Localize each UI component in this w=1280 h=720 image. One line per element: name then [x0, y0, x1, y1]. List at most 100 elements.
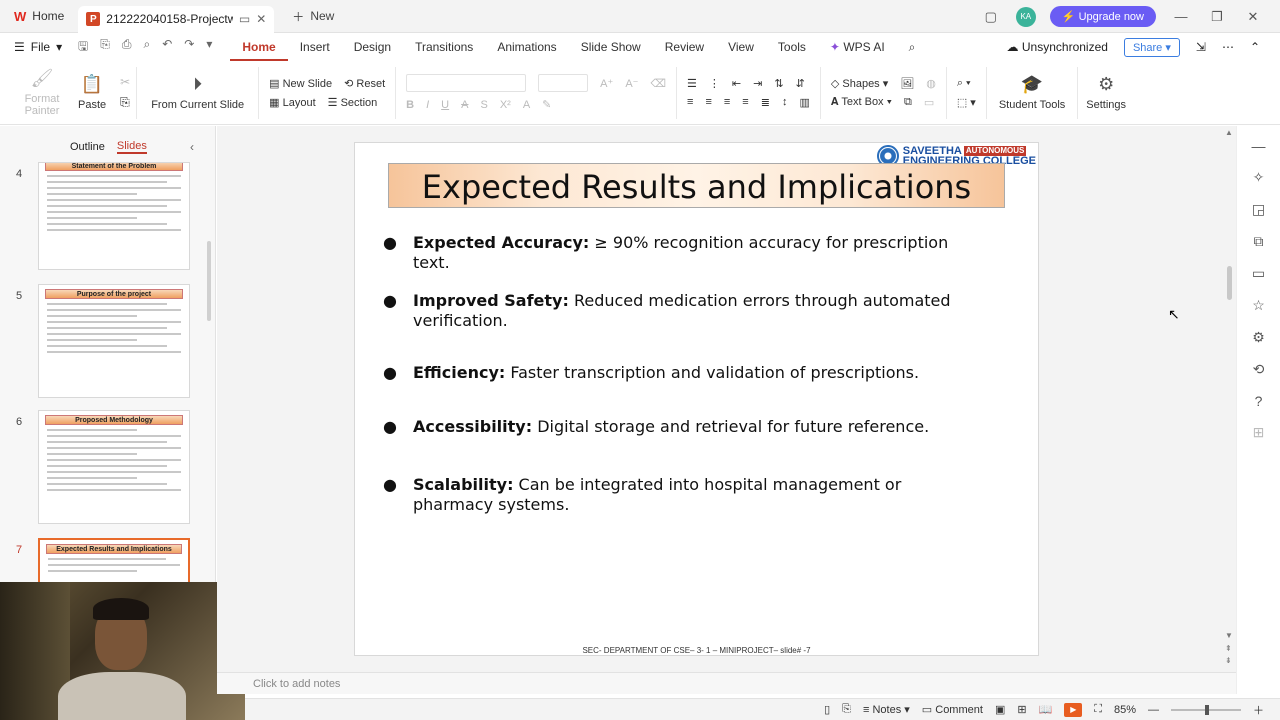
- from-current-slide-button[interactable]: ⏵ From Current Slide: [137, 66, 260, 119]
- print-icon[interactable]: ⎙: [122, 37, 132, 58]
- bullet-item[interactable]: ● Expected Accuracy: ≥ 90% recognition a…: [383, 233, 983, 273]
- tab-wps-ai[interactable]: ✦ WPS AI: [818, 33, 897, 61]
- tab-home[interactable]: Home: [230, 33, 288, 61]
- tab-review[interactable]: Review: [653, 33, 716, 61]
- layout-button[interactable]: ▦ Layout: [269, 96, 316, 109]
- outline-view-icon[interactable]: ⎘: [842, 703, 851, 716]
- align-center-icon[interactable]: ≡: [705, 96, 711, 108]
- fill-icon[interactable]: ◍: [926, 77, 936, 90]
- columns-icon[interactable]: ▥: [799, 96, 809, 109]
- slide-thumbnail-5[interactable]: 5 Purpose of the project: [0, 284, 190, 398]
- comment-icon[interactable]: ▭: [1249, 265, 1269, 282]
- underline-icon[interactable]: U: [441, 99, 449, 111]
- strikethrough-icon[interactable]: A: [461, 99, 468, 111]
- redo-icon[interactable]: ↷: [184, 37, 194, 58]
- cut-icon[interactable]: ✂: [120, 75, 130, 89]
- student-tools-button[interactable]: 🎓 Student Tools: [987, 66, 1079, 119]
- search-icon[interactable]: ⌕: [897, 33, 928, 61]
- shadow-icon[interactable]: S: [480, 99, 487, 111]
- bullet-item[interactable]: ● Improved Safety: Reduced medication er…: [383, 291, 983, 331]
- slide-title[interactable]: Expected Results and Implications: [388, 163, 1005, 208]
- justify-icon[interactable]: ≡: [742, 96, 748, 108]
- tab-slides[interactable]: Slides: [116, 140, 147, 154]
- sync-status[interactable]: ☁ Unsynchronized: [1007, 40, 1108, 54]
- collapse-panel-icon[interactable]: ‹: [190, 140, 194, 154]
- magic-tools-icon[interactable]: ✧: [1249, 169, 1269, 186]
- scroll-down-icon[interactable]: ▼: [1225, 631, 1233, 640]
- shrink-font-icon[interactable]: A⁻: [625, 77, 638, 90]
- close-tab-icon[interactable]: ✕: [256, 12, 266, 26]
- next-slide-icon[interactable]: ⇟: [1225, 656, 1232, 665]
- arrange-icon[interactable]: ⧉: [904, 96, 912, 109]
- picture-icon[interactable]: 🖼: [900, 77, 914, 90]
- highlight-icon[interactable]: ✎: [542, 98, 551, 111]
- scrollbar-thumb[interactable]: [1227, 266, 1232, 300]
- restore-icon[interactable]: ❐: [1206, 9, 1228, 25]
- slide-canvas[interactable]: SAVEETHA AUTONOMOUS ENGINEERING COLLEGE …: [217, 126, 1236, 694]
- window-mode-icon[interactable]: ▢: [980, 9, 1002, 25]
- sort-icon[interactable]: ⇵: [796, 77, 805, 90]
- panel-scrollbar[interactable]: [207, 241, 211, 321]
- shapes-button[interactable]: ◇ Shapes ▾: [831, 77, 888, 90]
- tab-outline[interactable]: Outline: [70, 141, 105, 153]
- bullet-item[interactable]: ● Scalability: Can be integrated into ho…: [383, 475, 983, 515]
- comment-button[interactable]: ▭ Comment: [922, 703, 983, 716]
- slide-layout-icon[interactable]: ⧉: [1249, 233, 1269, 250]
- bold-icon[interactable]: B: [406, 99, 414, 111]
- help-icon[interactable]: ?: [1249, 393, 1269, 409]
- superscript-icon[interactable]: X²: [500, 99, 511, 111]
- tab-slide-show[interactable]: Slide Show: [569, 33, 653, 61]
- slideshow-play-icon[interactable]: ▶: [1064, 702, 1083, 717]
- new-tab-button[interactable]: ＋ New: [292, 8, 334, 25]
- slide-sorter-icon[interactable]: ▯: [824, 703, 830, 716]
- adjust-icon[interactable]: ⚙: [1249, 329, 1269, 346]
- slide-thumbnail-6[interactable]: 6 Proposed Methodology: [0, 410, 190, 524]
- zoom-slider[interactable]: [1171, 704, 1241, 715]
- notes-button[interactable]: ≡ Notes ▾: [863, 703, 910, 716]
- numbering-icon[interactable]: ⋮: [709, 77, 720, 90]
- tab-tools[interactable]: Tools: [766, 33, 818, 61]
- file-menu[interactable]: ☰ File ▾: [0, 40, 70, 54]
- format-object-icon[interactable]: ◲: [1249, 201, 1269, 218]
- align-left-icon[interactable]: ≡: [687, 96, 693, 108]
- notes-field[interactable]: Click to add notes: [217, 672, 1236, 694]
- font-color-icon[interactable]: A: [523, 99, 530, 111]
- history-icon[interactable]: ⟲: [1249, 361, 1269, 378]
- upgrade-button[interactable]: ⚡ Upgrade now: [1049, 6, 1156, 27]
- align-right-icon[interactable]: ≡: [724, 96, 730, 108]
- paste-button[interactable]: 📋 Paste: [70, 67, 114, 119]
- screen-icon[interactable]: ▭: [239, 12, 250, 26]
- text-direction-icon[interactable]: ⇅: [774, 77, 783, 90]
- decrease-indent-icon[interactable]: ⇤: [732, 77, 741, 90]
- collapse-ribbon-icon[interactable]: ⇲: [1196, 40, 1206, 54]
- find-icon[interactable]: ⌕ ▾: [957, 77, 971, 90]
- zoom-out-icon[interactable]: —: [1148, 704, 1159, 716]
- more-icon[interactable]: ▾: [206, 37, 212, 58]
- bullet-item[interactable]: ● Accessibility: Digital storage and ret…: [383, 417, 983, 437]
- tab-view[interactable]: View: [716, 33, 766, 61]
- tab-design[interactable]: Design: [342, 33, 403, 61]
- outline-icon[interactable]: ▭: [924, 96, 934, 109]
- tab-insert[interactable]: Insert: [288, 33, 342, 61]
- document-tab[interactable]: P 212222040158-Projectwork1_( ▭ ✕: [78, 5, 275, 33]
- zoom-level[interactable]: 85%: [1114, 704, 1136, 716]
- undo-icon[interactable]: ↶: [162, 37, 172, 58]
- minimize-pane-icon[interactable]: —: [1249, 138, 1269, 154]
- settings-button[interactable]: ⚙ Settings: [1078, 67, 1134, 119]
- bullet-item[interactable]: ● Efficiency: Faster transcription and v…: [383, 363, 983, 383]
- distribute-icon[interactable]: ≣: [761, 96, 770, 109]
- normal-view-icon[interactable]: ▣: [995, 703, 1005, 716]
- copy-icon[interactable]: ⎘: [120, 95, 130, 110]
- line-spacing-icon[interactable]: ↕: [782, 96, 788, 108]
- grow-font-icon[interactable]: A⁺: [600, 77, 613, 90]
- bullets-icon[interactable]: ☰: [687, 77, 697, 90]
- save-icon[interactable]: 🖫: [78, 37, 88, 58]
- star-icon[interactable]: ☆: [1249, 297, 1269, 314]
- export-pdf-icon[interactable]: ⎘: [100, 37, 110, 58]
- font-size-select[interactable]: [538, 74, 589, 92]
- grid-icon[interactable]: ⊞: [1249, 424, 1269, 441]
- section-button[interactable]: ☰ Section: [328, 96, 378, 109]
- slide-thumbnail-4[interactable]: 4 Statement of the Problem: [0, 162, 190, 270]
- print-preview-icon[interactable]: ⌕: [143, 37, 150, 58]
- text-box-button[interactable]: 𝐀 Text Box ▾: [831, 96, 892, 109]
